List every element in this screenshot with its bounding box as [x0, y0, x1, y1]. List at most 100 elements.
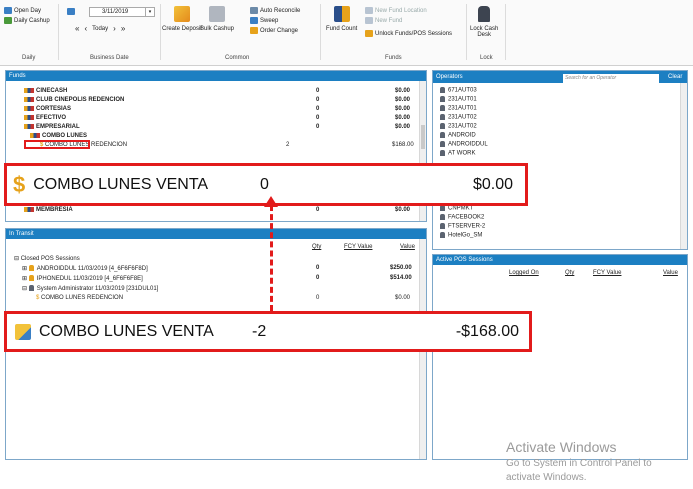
fund-icon — [24, 207, 34, 212]
user-icon — [28, 285, 34, 292]
operator-item[interactable]: ANDROID — [440, 132, 476, 139]
user-icon — [440, 232, 445, 238]
callout-combo-lunes-venta-transit: COMBO LUNES VENTA -2 -$168.00 — [4, 311, 532, 352]
fund-qty: 0 — [316, 115, 320, 121]
deposit-icon — [174, 6, 191, 22]
fund-qty: 2 — [286, 142, 290, 148]
fund-count-button[interactable]: Fund Count — [326, 6, 357, 32]
operator-item[interactable]: 671AUT03 — [440, 87, 477, 94]
ribbon: Open Day Daily Cashup Daily 3/11/2019 ▾ … — [0, 0, 693, 66]
column-header-logged-on[interactable]: Logged On — [509, 270, 539, 276]
fund-row[interactable]: CINECASH — [24, 88, 67, 94]
auto-reconcile-button[interactable]: Auto Reconcile — [250, 7, 300, 14]
session-qty: 0 — [316, 275, 320, 281]
annotation-arrow-head — [264, 196, 278, 207]
user-icon — [440, 96, 445, 102]
session-row[interactable]: ⊟ System Administrator 11/03/2019 [231DU… — [22, 285, 158, 292]
in-transit-panel-header: In Transit — [6, 229, 426, 239]
reconcile-icon — [250, 7, 258, 14]
business-date-picker[interactable]: 3/11/2019 ▾ — [89, 7, 155, 17]
order-change-button[interactable]: Order Change — [250, 27, 298, 34]
fund-row[interactable]: EMPRESARIAL — [24, 124, 80, 130]
user-icon — [440, 87, 445, 93]
fund-row[interactable]: MEMBRESIA — [24, 207, 73, 213]
fund-value: $0.00 — [395, 207, 411, 213]
session-subrow[interactable]: $ COMBO LUNES REDENCION — [36, 295, 123, 301]
fund-item-icon — [15, 323, 31, 340]
column-header-fcy-value[interactable]: FCY Value — [593, 270, 621, 276]
open-day-button[interactable]: Open Day — [4, 7, 41, 14]
ribbon-separator — [320, 4, 321, 60]
create-deposit-button[interactable]: Create Deposit — [162, 6, 202, 32]
fund-row[interactable]: CLUB CINEPOLIS REDENCION — [24, 97, 124, 103]
funds-panel-header: Funds — [6, 71, 426, 81]
operator-item[interactable]: ANDROIDDUL — [440, 141, 488, 148]
lock-cash-desk-button[interactable]: Lock Cash Desk — [470, 6, 498, 38]
session-row[interactable]: ⊞ ANDROIDDUL 11/03/2019 [4_6F6F6F8D] — [22, 265, 148, 272]
daily-cashup-button[interactable]: Daily Cashup — [4, 17, 50, 24]
fund-count-icon — [333, 6, 350, 22]
fund-icon — [24, 88, 34, 93]
active-pos-sessions-panel: Active POS Sessions Logged On Qty FCY Va… — [432, 254, 688, 460]
column-header-value[interactable]: Value — [400, 244, 415, 250]
operator-search-input[interactable]: Search for an Operator — [563, 74, 659, 83]
user-icon — [440, 141, 445, 147]
column-header-fcy-value[interactable]: FCY Value — [344, 244, 372, 250]
calendar-icon — [67, 8, 75, 15]
activate-windows-line: Go to System in Control Panel to — [506, 458, 652, 469]
next-day-button[interactable]: › — [113, 24, 116, 33]
sweep-icon — [250, 17, 258, 24]
today-button[interactable]: Today — [92, 26, 108, 32]
operator-item[interactable]: FTSERVER-2 — [440, 223, 485, 230]
user-icon — [440, 105, 445, 111]
operator-item[interactable]: 231AUT01 — [440, 96, 477, 103]
session-row[interactable]: ⊞ IPHONEDUL 11/03/2019 [4_6F6F6F8E] — [22, 275, 143, 282]
first-day-button[interactable]: « — [75, 24, 79, 33]
session-value: $0.00 — [395, 295, 411, 301]
highlight-box-combo-lunes — [24, 140, 90, 149]
fund-icon — [24, 97, 34, 102]
fund-row[interactable]: CORTESIAS — [24, 106, 71, 112]
operator-item[interactable]: FACEBOOK2 — [440, 214, 484, 221]
new-fund-location-button[interactable]: New Fund Location — [365, 7, 427, 14]
operator-item[interactable]: AT WORK — [440, 150, 475, 157]
operator-item[interactable]: 231AUT01 — [440, 105, 477, 112]
group-label-business-date: Business Date — [90, 55, 129, 61]
session-qty: 0 — [316, 265, 320, 271]
clipboard-icon — [209, 6, 226, 22]
new-fund-button[interactable]: New Fund — [365, 17, 402, 24]
user-icon — [440, 150, 445, 156]
group-label-lock: Lock — [480, 55, 493, 61]
group-label-daily: Daily — [22, 55, 36, 61]
fund-value: $0.00 — [395, 106, 411, 112]
activate-windows-title: Activate Windows — [506, 439, 617, 455]
user-icon — [440, 223, 445, 229]
ribbon-separator — [160, 4, 161, 60]
ribbon-separator — [58, 4, 59, 60]
ribbon-separator — [505, 4, 506, 60]
column-header-qty[interactable]: Qty — [565, 270, 574, 276]
operator-item[interactable]: HotelGo_SM — [440, 232, 482, 239]
unlock-funds-button[interactable]: Unlock Funds/POS Sessions — [365, 30, 452, 37]
prev-day-button[interactable]: ‹ — [84, 24, 87, 33]
fund-row-combo-lunes[interactable]: COMBO LUNES — [30, 133, 87, 139]
cashup-icon — [4, 17, 12, 24]
closed-sessions-node[interactable]: ⊟ Closed POS Sessions — [14, 255, 80, 262]
last-day-button[interactable]: » — [121, 24, 125, 33]
session-value: $250.00 — [390, 265, 412, 271]
chevron-down-icon[interactable]: ▾ — [145, 8, 154, 16]
ribbon-separator — [466, 4, 467, 60]
operator-item[interactable]: 231AUT02 — [440, 114, 477, 121]
location-icon — [365, 7, 373, 14]
operator-item[interactable]: 231AUT02 — [440, 123, 477, 130]
active-pos-sessions-header: Active POS Sessions — [433, 255, 687, 265]
column-header-value[interactable]: Value — [663, 270, 678, 276]
bulk-cashup-button[interactable]: Bulk Cashup — [200, 6, 234, 32]
fund-row[interactable]: EFECTIVO — [24, 115, 66, 121]
activate-windows-line: activate Windows. — [506, 472, 587, 483]
column-header-qty[interactable]: Qty — [312, 244, 321, 250]
operators-scrollbar[interactable] — [680, 83, 687, 249]
clear-search-button[interactable]: Clear — [668, 74, 682, 80]
scrollbar-thumb[interactable] — [421, 125, 425, 149]
sweep-button[interactable]: Sweep — [250, 17, 278, 24]
